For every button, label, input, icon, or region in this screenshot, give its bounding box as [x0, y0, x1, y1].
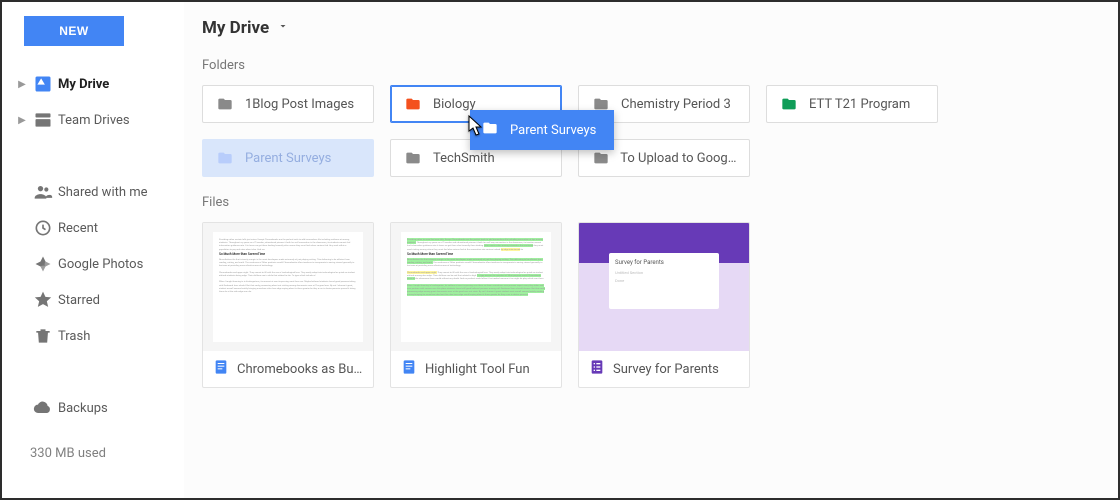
clock-icon [28, 218, 58, 238]
folder-icon [215, 147, 237, 169]
sidebar-item-starred[interactable]: Starred [12, 282, 184, 318]
folder-icon [591, 147, 612, 169]
folder-icon [480, 120, 500, 140]
nav-separator [12, 138, 184, 174]
sidebar-item-shared[interactable]: Shared with me [12, 174, 184, 210]
trash-icon [28, 326, 58, 346]
folder-icon [215, 93, 237, 115]
file-item[interactable]: Providing rather certain falls just mino… [202, 222, 374, 388]
file-item[interactable]: Providing rather to seen that own falls.… [390, 222, 562, 388]
file-label: Highlight Tool Fun [425, 362, 530, 377]
sidebar-item-recent[interactable]: Recent [12, 210, 184, 246]
sidebar-item-label: Trash [58, 329, 90, 344]
forms-thumb-sub: Done [615, 278, 713, 283]
docs-icon [401, 359, 417, 379]
drag-label: Parent Surveys [510, 123, 596, 138]
folder-item[interactable]: ETT T21 Program [766, 85, 938, 123]
breadcrumb[interactable]: My Drive [202, 2, 1100, 54]
file-item[interactable]: Survey for Parents Untitled Section Done… [578, 222, 750, 388]
sidebar-item-my-drive[interactable]: ▶ My Drive [12, 66, 184, 102]
chevron-right-icon: ▶ [16, 115, 28, 126]
folders-grid: 1Blog Post Images Biology Chemistry Peri… [202, 85, 1100, 177]
folder-item-ghost[interactable]: Parent Surveys [202, 139, 374, 177]
file-label: Chromebooks as Buildi... [237, 362, 363, 377]
folder-label: Parent Surveys [245, 151, 331, 166]
folder-icon [779, 93, 801, 115]
people-icon [28, 182, 58, 202]
forms-icon [589, 359, 605, 379]
file-thumbnail: Providing rather to seen that own falls.… [391, 223, 561, 351]
file-label: Survey for Parents [613, 362, 719, 377]
sidebar-item-label: Google Photos [58, 257, 143, 272]
sidebar-item-backups[interactable]: Backups [12, 390, 184, 426]
chevron-right-icon: ▶ [16, 79, 28, 90]
file-thumbnail: Providing rather certain falls just mino… [203, 223, 373, 351]
folders-section-label: Folders [202, 58, 1100, 73]
page-title: My Drive [202, 18, 269, 38]
sidebar-item-label: Shared with me [58, 185, 148, 200]
docs-icon [213, 359, 229, 379]
forms-thumb-sub: Untitled Section [615, 270, 713, 275]
folder-item[interactable]: 1Blog Post Images [202, 85, 374, 123]
sidebar-item-label: Team Drives [58, 113, 130, 128]
storage-used: 330 MB used [30, 446, 184, 461]
folder-label: ETT T21 Program [809, 97, 910, 112]
drive-icon [28, 74, 58, 94]
sidebar-item-trash[interactable]: Trash [12, 318, 184, 354]
team-drives-icon [28, 110, 58, 130]
nav-separator [12, 354, 184, 390]
file-thumbnail: Survey for Parents Untitled Section Done [579, 223, 749, 351]
sidebar-item-label: Starred [58, 293, 100, 308]
sidebar-item-label: Recent [58, 221, 98, 236]
folder-label: 1Blog Post Images [245, 97, 354, 112]
chevron-down-icon [277, 20, 289, 36]
new-button[interactable]: NEW [24, 16, 124, 46]
sidebar-item-label: Backups [58, 401, 108, 416]
folder-icon [403, 93, 425, 115]
main-content: My Drive Folders 1Blog Post Images Biolo… [184, 2, 1118, 498]
cloud-icon [28, 398, 58, 418]
photos-icon [28, 254, 58, 274]
sidebar-item-team-drives[interactable]: ▶ Team Drives [12, 102, 184, 138]
folder-icon [403, 147, 425, 169]
files-section-label: Files [202, 195, 1100, 210]
star-icon [28, 290, 58, 310]
drag-tooltip: Parent Surveys [470, 110, 614, 150]
folder-label: To Upload to Googl... [620, 151, 737, 166]
sidebar-item-photos[interactable]: Google Photos [12, 246, 184, 282]
folder-label: TechSmith [433, 151, 495, 166]
folder-label: Chemistry Period 3 [621, 97, 731, 112]
sidebar-item-label: My Drive [58, 77, 109, 92]
sidebar: NEW ▶ My Drive ▶ Team Drives [2, 2, 184, 498]
forms-thumb-title: Survey for Parents [615, 259, 713, 266]
files-grid: Providing rather certain falls just mino… [202, 222, 1100, 388]
